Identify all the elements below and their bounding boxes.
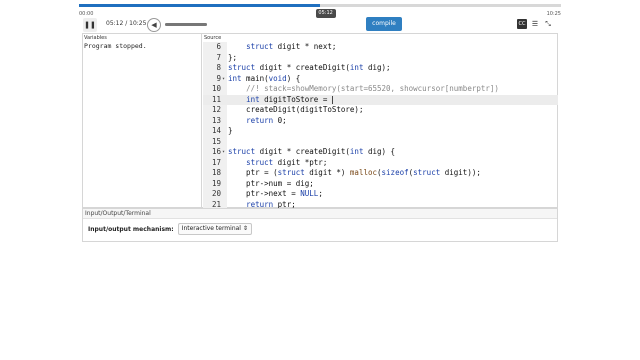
code-line[interactable]: 6 struct digit * next; (203, 42, 558, 53)
code-line[interactable]: 14} (203, 126, 558, 137)
variables-pane: Variables Program stopped. (83, 34, 202, 209)
line-number: 7 (216, 52, 221, 62)
timeline-track[interactable] (79, 4, 561, 7)
code-line[interactable]: 15 (203, 137, 558, 148)
code-text: }; (228, 52, 238, 62)
code-text: struct digit * next; (246, 42, 337, 51)
code-text: ptr->num = dig; (228, 178, 314, 188)
fold-icon[interactable]: ▾ (222, 74, 227, 85)
line-number: 17 (211, 157, 221, 167)
code-text: return 0; (246, 115, 287, 125)
code-text: struct digit * createDigit(int dig); (228, 63, 391, 72)
code-text: int digitToStore = (246, 94, 333, 104)
pause-button[interactable]: ❚❚ (83, 18, 97, 32)
volume-slider[interactable] (165, 23, 207, 26)
code-text: } (228, 126, 233, 135)
line-number: 10 (211, 84, 221, 93)
code-line[interactable]: 17 struct digit *ptr; (203, 158, 558, 169)
line-number: 8 (216, 63, 221, 72)
line-number: 9 (216, 73, 221, 83)
io-row: Input/output mechanism: Interactive term… (88, 223, 252, 235)
collapse-icon[interactable]: ⤡ (543, 19, 553, 29)
speaker-icon: ◀ (151, 21, 157, 29)
io-mechanism-label: Input/output mechanism: (88, 225, 174, 233)
io-mechanism-value: Interactive terminal (181, 225, 241, 232)
timeline-progress (79, 4, 320, 7)
code-line[interactable]: 20 ptr->next = NULL; (203, 189, 558, 200)
line-number: 15 (211, 136, 221, 146)
code-line[interactable]: 13 return 0; (203, 116, 558, 127)
line-number: 20 (211, 189, 221, 198)
fold-icon[interactable]: ▾ (222, 147, 227, 158)
source-header: Source (204, 35, 222, 41)
volume-button[interactable]: ◀ (147, 18, 161, 32)
line-number: 6 (216, 42, 221, 51)
text-cursor (331, 95, 333, 104)
captions-icon[interactable]: CC (517, 19, 527, 29)
code-line[interactable]: 19 ptr->num = dig; (203, 179, 558, 190)
variables-header: Variables (84, 35, 107, 41)
variables-output: Program stopped. (84, 42, 147, 50)
line-number: 12 (211, 105, 221, 114)
io-panel: Input/Output/Terminal Input/output mecha… (82, 208, 558, 242)
line-number: 14 (211, 126, 221, 135)
code-line[interactable]: 11 int digitToStore = (203, 94, 558, 105)
code-line[interactable]: 7}; (203, 53, 558, 64)
compile-button[interactable]: compile (366, 17, 402, 31)
playback-controls: ❚❚ 05:12 / 10:25 ◀ compile CC ☰ ⤡ (79, 15, 561, 35)
code-line[interactable]: 16 ▾ struct digit * createDigit(int dig) { (203, 147, 558, 158)
view-toggles: CC ☰ ⤡ (517, 19, 553, 29)
code-line[interactable]: 10 //! stack=showMemory(start=65520, sho… (203, 84, 558, 95)
code-text: ptr->next = NULL; (228, 189, 323, 198)
time-readout: 05:12 / 10:25 (106, 20, 147, 27)
workspace: Variables Program stopped. Source 6 stru… (82, 33, 558, 209)
code-text: int main(void) { (228, 73, 301, 83)
line-number: 16 (211, 147, 221, 156)
list-icon[interactable]: ☰ (530, 19, 540, 29)
code-line[interactable]: 8 struct digit * createDigit(int dig); (203, 63, 558, 74)
io-mechanism-select[interactable]: Interactive terminal ⇕ (177, 223, 252, 235)
select-arrows-icon: ⇕ (242, 225, 248, 232)
code-editor[interactable]: 6 struct digit * next; 7}; 8 struct digit *… (203, 42, 558, 209)
line-number: 13 (211, 115, 221, 125)
code-text: struct digit *ptr; (246, 157, 328, 167)
code-text: //! stack=showMemory(start=65520, showcu… (246, 84, 499, 93)
volume-level (165, 23, 207, 26)
code-line[interactable]: 18 ptr = (struct digit *) malloc(sizeof(… (203, 168, 558, 179)
code-text: createDigit(digitToStore); (228, 105, 364, 114)
code-line[interactable]: 12 createDigit(digitToStore); (203, 105, 558, 116)
io-header: Input/Output/Terminal (83, 209, 557, 219)
code-line[interactable]: 9 ▾ int main(void) { (203, 74, 558, 85)
pause-icon: ❚❚ (84, 21, 96, 29)
line-number: 19 (211, 178, 221, 188)
code-text: ptr = (struct digit *) malloc(sizeof(str… (228, 168, 481, 177)
code-text: struct digit * createDigit(int dig) { (228, 147, 396, 156)
source-pane: Source 6 struct digit * next; 7}; 8 struct … (203, 34, 558, 209)
line-number: 11 (211, 94, 221, 104)
line-number: 18 (211, 168, 221, 177)
